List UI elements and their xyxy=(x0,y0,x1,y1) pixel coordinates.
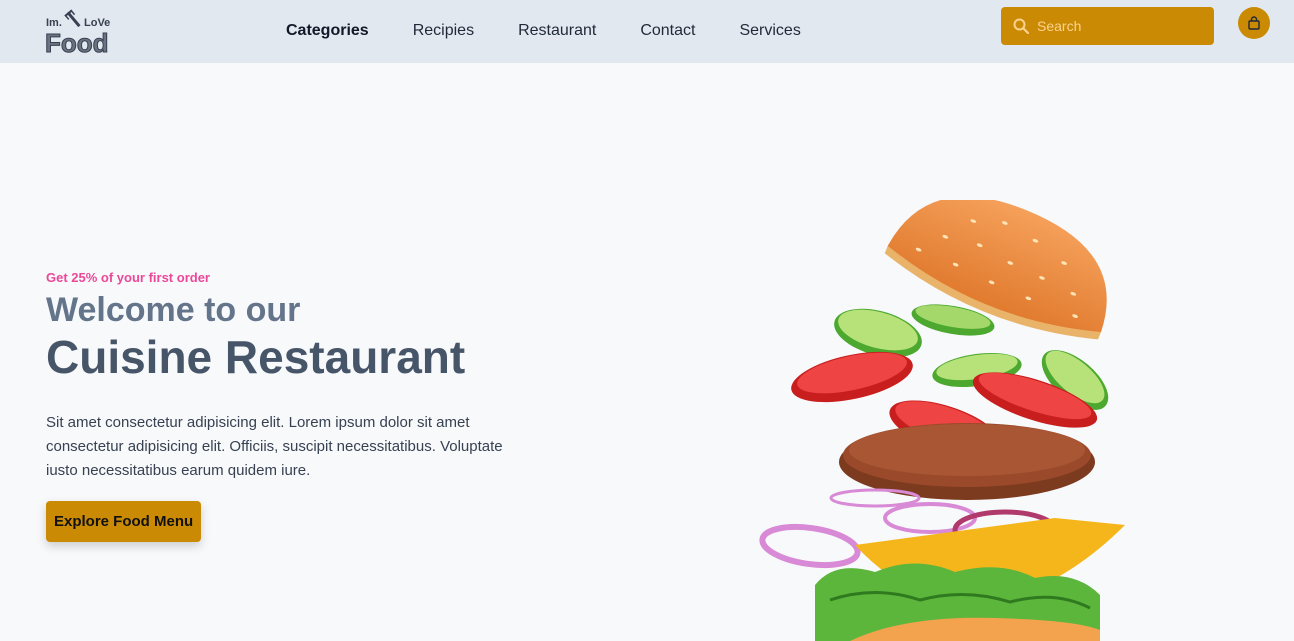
search-box[interactable] xyxy=(1001,7,1214,45)
hero-description: Sit amet consectetur adipisicing elit. L… xyxy=(46,414,503,479)
main-nav: Categories Recipies Restaurant Contact S… xyxy=(286,22,845,40)
burger-illustration xyxy=(759,200,1125,641)
cart-button[interactable] xyxy=(1238,7,1270,39)
svg-text:Food: Food xyxy=(45,28,109,57)
nav-item-recipies[interactable]: Recipies xyxy=(413,22,474,40)
promo-text: Get 25% of your first order xyxy=(46,270,210,285)
hero-section: Get 25% of your first order Welcome to o… xyxy=(46,270,566,542)
search-icon xyxy=(1013,18,1029,34)
hero-headline: Cuisine Restaurant xyxy=(46,331,466,383)
explore-menu-button[interactable]: Explore Food Menu xyxy=(46,501,202,542)
nav-item-categories[interactable]: Categories xyxy=(286,22,369,40)
brand-logo[interactable]: Im. LoVe Food xyxy=(44,7,118,57)
nav-item-restaurant[interactable]: Restaurant xyxy=(518,22,596,40)
hero-welcome: Welcome to our xyxy=(46,291,301,329)
nav-item-services[interactable]: Services xyxy=(739,22,800,40)
navbar: Im. LoVe Food Categories Recipies Restau… xyxy=(0,0,1294,63)
nav-item-contact[interactable]: Contact xyxy=(640,22,695,40)
shopping-bag-icon xyxy=(1248,16,1260,30)
search-input[interactable] xyxy=(1037,18,1197,34)
